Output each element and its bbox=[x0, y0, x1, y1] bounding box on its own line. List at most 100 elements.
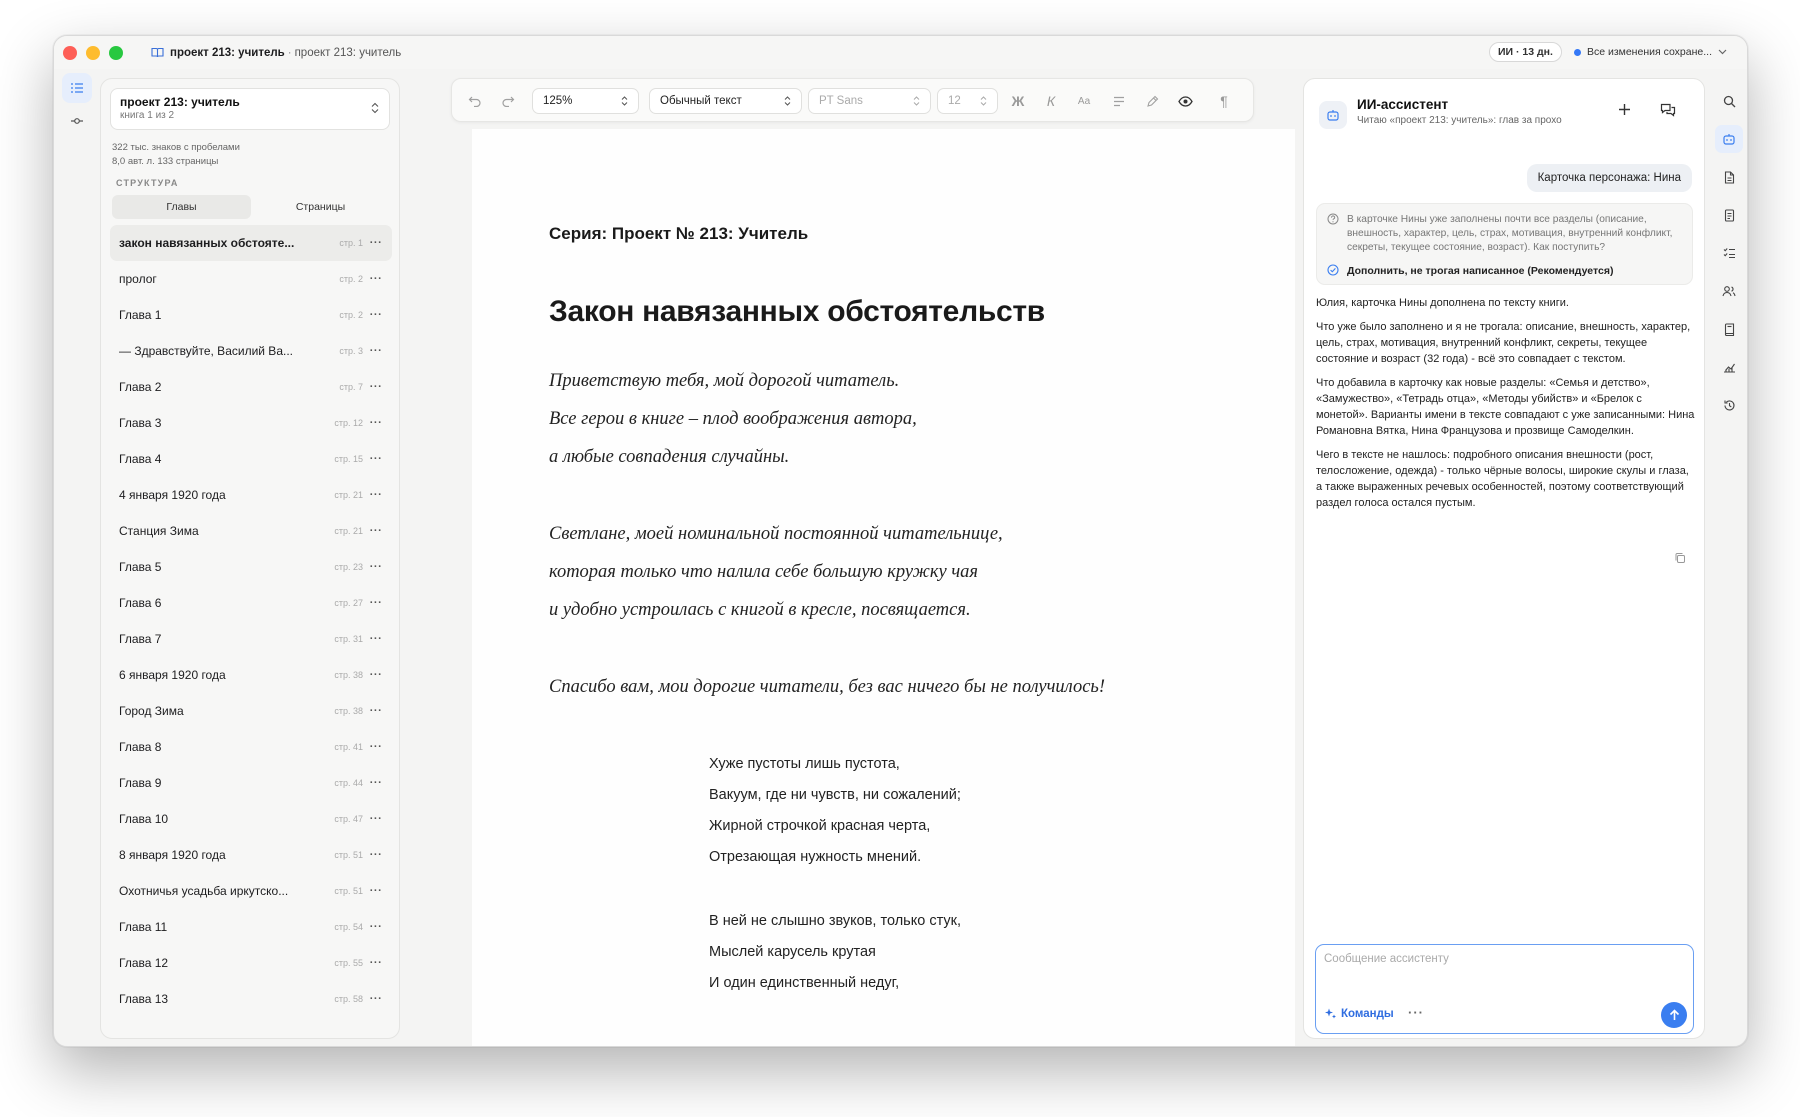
more-icon[interactable]: ··· bbox=[369, 849, 383, 861]
left-rail bbox=[54, 69, 100, 1046]
more-icon[interactable]: ··· bbox=[369, 957, 383, 969]
more-icon[interactable]: ··· bbox=[369, 309, 383, 321]
more-icon[interactable]: ··· bbox=[369, 705, 383, 717]
bold-button[interactable]: Ж bbox=[1005, 88, 1031, 114]
thanks-line: Спасибо вам, мои дорогие читатели, без в… bbox=[549, 677, 1105, 697]
tab-pages[interactable]: Страницы bbox=[251, 195, 390, 219]
more-icon[interactable]: ··· bbox=[369, 417, 383, 429]
chapter-item[interactable]: 8 января 1920 года стр. 51 ··· bbox=[110, 837, 392, 873]
tab-chapters[interactable]: Главы bbox=[112, 195, 251, 219]
more-icon[interactable]: ··· bbox=[369, 741, 383, 753]
chapter-item[interactable]: Глава 7 стр. 31 ··· bbox=[110, 621, 392, 657]
more-icon[interactable]: ··· bbox=[369, 669, 383, 681]
more-icon[interactable]: ··· bbox=[369, 921, 383, 933]
send-button[interactable] bbox=[1661, 1002, 1687, 1028]
text-style-select[interactable]: Обычный текст bbox=[649, 88, 802, 114]
chapter-item[interactable]: Глава 1 стр. 2 ··· bbox=[110, 297, 392, 333]
more-icon[interactable]: ··· bbox=[369, 237, 383, 249]
undo-button[interactable] bbox=[462, 88, 488, 114]
more-icon[interactable]: ··· bbox=[369, 777, 383, 789]
users-icon bbox=[1722, 286, 1736, 297]
chosen-option[interactable]: Дополнить, не трогая написанное (Рекомен… bbox=[1347, 265, 1613, 277]
chapter-item[interactable]: Глава 11 стр. 54 ··· bbox=[110, 909, 392, 945]
chat-history-button[interactable] bbox=[1660, 103, 1676, 122]
more-icon[interactable]: ··· bbox=[369, 813, 383, 825]
chapter-item[interactable]: Глава 5 стр. 23 ··· bbox=[110, 549, 392, 585]
align-button[interactable] bbox=[1106, 88, 1132, 114]
chapter-item[interactable]: Глава 13 стр. 58 ··· bbox=[110, 981, 392, 1017]
commands-button[interactable]: Команды bbox=[1324, 1007, 1394, 1020]
chapter-item[interactable]: Глава 6 стр. 27 ··· bbox=[110, 585, 392, 621]
zoom-select[interactable]: 125% bbox=[532, 88, 639, 114]
redo-button[interactable] bbox=[495, 88, 521, 114]
pen-tool-button[interactable] bbox=[1139, 88, 1165, 114]
epigraph-line: Приветствую тебя, мой дорогой читатель. bbox=[549, 371, 900, 391]
chapter-item[interactable]: Глава 8 стр. 41 ··· bbox=[110, 729, 392, 765]
pilcrow-icon[interactable]: ¶ bbox=[1211, 88, 1237, 114]
chapter-page: стр. 15 bbox=[334, 454, 363, 464]
preview-button[interactable] bbox=[1172, 88, 1198, 114]
more-icon[interactable]: ··· bbox=[369, 597, 383, 609]
chapter-item[interactable]: Глава 12 стр. 55 ··· bbox=[110, 945, 392, 981]
more-icon[interactable]: ··· bbox=[369, 381, 383, 393]
more-options-button[interactable]: ··· bbox=[1408, 1005, 1424, 1020]
chapter-item[interactable]: Глава 9 стр. 44 ··· bbox=[110, 765, 392, 801]
more-icon[interactable]: ··· bbox=[369, 273, 383, 285]
minimize-window-button[interactable] bbox=[86, 45, 100, 60]
commit-button[interactable] bbox=[62, 106, 92, 136]
text-case-button[interactable]: Аа bbox=[1071, 88, 1097, 114]
document-page[interactable]: Серия: Проект № 213: Учитель Закон навяз… bbox=[472, 129, 1295, 1046]
poem-line: Мыслей карусель крутая bbox=[709, 944, 876, 960]
outline-icon bbox=[71, 83, 83, 93]
close-window-button[interactable] bbox=[63, 45, 77, 60]
more-icon[interactable]: ··· bbox=[369, 345, 383, 357]
chapter-item[interactable]: пролог стр. 2 ··· bbox=[110, 261, 392, 297]
ai-days-badge[interactable]: ИИ · 13 дн. bbox=[1488, 42, 1562, 62]
series-heading: Серия: Проект № 213: Учитель bbox=[549, 224, 809, 243]
book-button[interactable] bbox=[1715, 315, 1743, 343]
more-icon[interactable]: ··· bbox=[369, 489, 383, 501]
more-icon[interactable]: ··· bbox=[369, 525, 383, 537]
characters-button[interactable] bbox=[1715, 277, 1743, 305]
project-selector[interactable]: проект 213: учитель книга 1 из 2 bbox=[110, 88, 390, 130]
font-select[interactable]: PT Sans bbox=[808, 88, 931, 114]
zoom-window-button[interactable] bbox=[109, 45, 123, 60]
search-button[interactable] bbox=[1715, 87, 1743, 115]
chapter-item[interactable]: Глава 3 стр. 12 ··· bbox=[110, 405, 392, 441]
chapter-item[interactable]: 6 января 1920 года стр. 38 ··· bbox=[110, 657, 392, 693]
chapter-page: стр. 12 bbox=[334, 418, 363, 428]
italic-button[interactable]: К bbox=[1038, 88, 1064, 114]
chapter-item[interactable]: Глава 4 стр. 15 ··· bbox=[110, 441, 392, 477]
undo-icon bbox=[468, 96, 481, 107]
pen-icon bbox=[1146, 95, 1158, 107]
font-size-select[interactable]: 12 bbox=[937, 88, 998, 114]
new-chat-button[interactable] bbox=[1618, 101, 1631, 121]
chapter-item[interactable]: Глава 2 стр. 7 ··· bbox=[110, 369, 392, 405]
chapter-item[interactable]: Город Зима стр. 38 ··· bbox=[110, 693, 392, 729]
more-icon[interactable]: ··· bbox=[369, 561, 383, 573]
chapter-page: стр. 54 bbox=[334, 922, 363, 932]
chapter-item[interactable]: закон навязанных обстояте... стр. 1 ··· bbox=[110, 225, 392, 261]
chapter-item[interactable]: 4 января 1920 года стр. 21 ··· bbox=[110, 477, 392, 513]
notes-button[interactable] bbox=[1715, 201, 1743, 229]
more-icon[interactable]: ··· bbox=[369, 885, 383, 897]
document-button[interactable] bbox=[1715, 163, 1743, 191]
assistant-message-input[interactable] bbox=[1324, 953, 1685, 965]
chapter-item[interactable]: Станция Зима стр. 21 ··· bbox=[110, 513, 392, 549]
user-message: Карточка персонажа: Нина bbox=[1526, 164, 1692, 192]
structure-panel-button[interactable] bbox=[62, 73, 92, 103]
dedication-line: Светлане, моей номинальной постоянной чи… bbox=[549, 524, 1003, 544]
more-icon[interactable]: ··· bbox=[369, 993, 383, 1005]
more-icon[interactable]: ··· bbox=[369, 633, 383, 645]
assistant-panel-button[interactable] bbox=[1715, 125, 1743, 153]
save-status[interactable]: Все изменения сохране... bbox=[1573, 46, 1727, 58]
more-icon[interactable]: ··· bbox=[369, 453, 383, 465]
chapter-item[interactable]: Глава 10 стр. 47 ··· bbox=[110, 801, 392, 837]
chapter-item[interactable]: Охотничья усадьба иркутско... стр. 51 ··· bbox=[110, 873, 392, 909]
chapter-item[interactable]: — Здравствуйте, Василий Ва... стр. 3 ··· bbox=[110, 333, 392, 369]
copy-reply-button[interactable] bbox=[1674, 551, 1686, 569]
checklist-button[interactable] bbox=[1715, 239, 1743, 267]
history-button[interactable] bbox=[1715, 391, 1743, 419]
chapter-page: стр. 23 bbox=[334, 562, 363, 572]
statistics-button[interactable] bbox=[1715, 353, 1743, 381]
